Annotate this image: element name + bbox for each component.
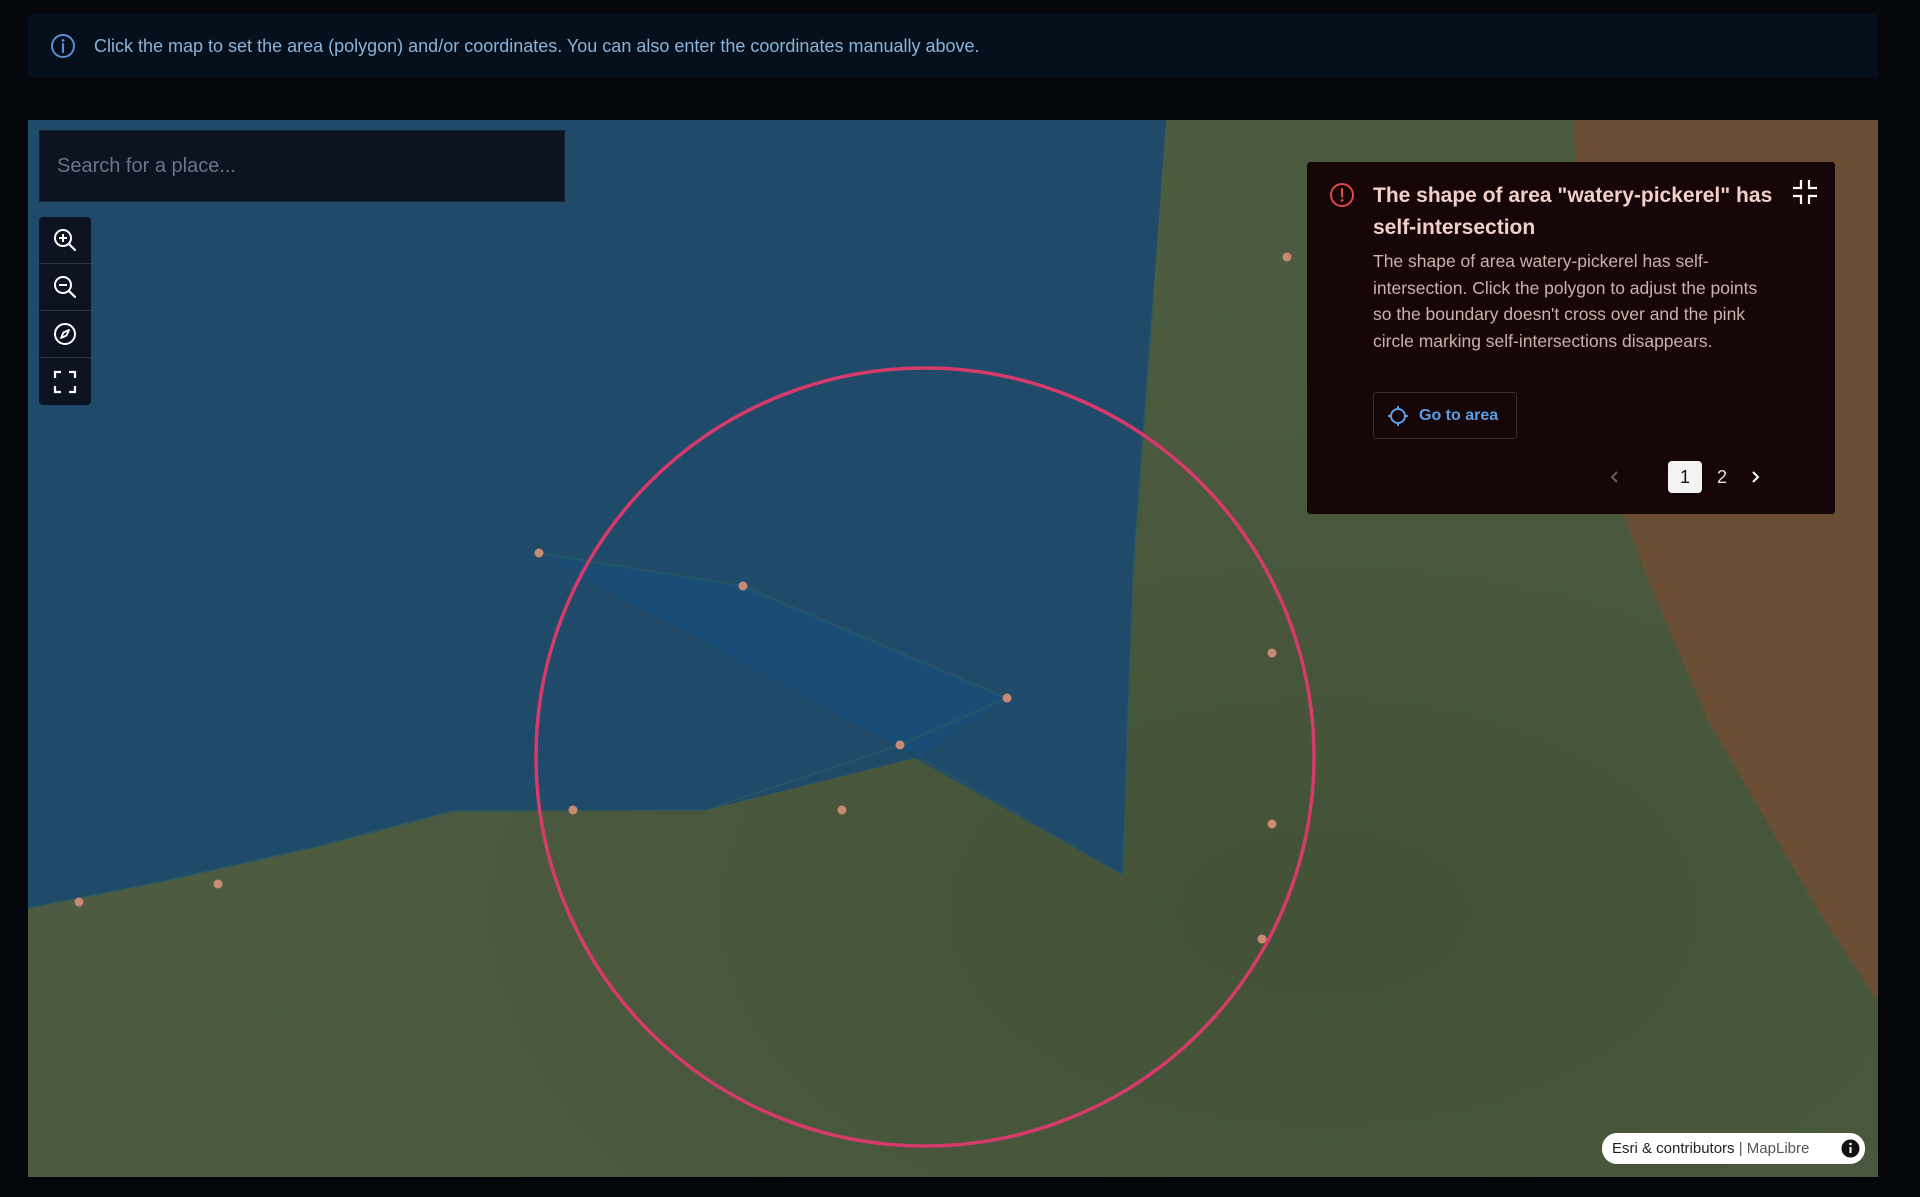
- vertex[interactable]: [534, 548, 544, 558]
- page-2-button[interactable]: 2: [1705, 461, 1739, 493]
- place-search[interactable]: [39, 130, 565, 202]
- alert-title: The shape of area "watery-pickerel" has …: [1373, 184, 1773, 239]
- map-canvas[interactable]: The shape of area "watery-pickerel" has …: [28, 120, 1878, 1177]
- vertex[interactable]: [213, 879, 223, 889]
- alert-circle-icon: [1330, 183, 1354, 207]
- collapse-icon[interactable]: [1791, 178, 1819, 206]
- self-intersection-alert: The shape of area "watery-pickerel" has …: [1307, 162, 1835, 514]
- compass-button[interactable]: [39, 311, 91, 358]
- info-banner: Click the map to set the area (polygon) …: [28, 14, 1878, 78]
- chevron-left-icon[interactable]: [1607, 469, 1623, 485]
- alert-body: The shape of area watery-pickerel has se…: [1373, 251, 1758, 352]
- place-search-input[interactable]: [40, 131, 564, 201]
- page-1-button[interactable]: 1: [1668, 461, 1702, 493]
- crosshair-icon: [1388, 405, 1408, 426]
- vertex[interactable]: [1267, 819, 1277, 829]
- vertex[interactable]: [1002, 693, 1012, 703]
- attribution-info-icon[interactable]: [1841, 1139, 1860, 1158]
- attribution-source[interactable]: Esri & contributors: [1612, 1140, 1735, 1157]
- map-attribution: Esri & contributors | MapLibre: [1602, 1133, 1865, 1164]
- vertex[interactable]: [1282, 252, 1292, 262]
- fullscreen-button[interactable]: [39, 358, 91, 405]
- vertex[interactable]: [738, 581, 748, 591]
- zoom-in-icon: [54, 229, 77, 252]
- info-banner-text: Click the map to set the area (polygon) …: [94, 36, 980, 56]
- map-controls: [39, 217, 91, 405]
- fullscreen-icon: [53, 370, 77, 393]
- zoom-out-icon: [54, 276, 77, 299]
- vertex[interactable]: [1267, 648, 1277, 658]
- attribution-separator: |: [1738, 1140, 1743, 1157]
- vertex[interactable]: [837, 805, 847, 815]
- compass-icon: [54, 323, 76, 345]
- vertex[interactable]: [74, 897, 84, 907]
- zoom-in-button[interactable]: [39, 217, 91, 264]
- chevron-right-icon[interactable]: [1747, 469, 1763, 485]
- vertex[interactable]: [568, 805, 578, 815]
- attribution-library[interactable]: MapLibre: [1747, 1140, 1810, 1157]
- vertex[interactable]: [895, 740, 905, 750]
- zoom-out-button[interactable]: [39, 264, 91, 311]
- go-to-area-label: Go to area: [1419, 406, 1499, 424]
- go-to-area-button[interactable]: Go to area: [1373, 392, 1517, 439]
- info-circle-icon: [51, 34, 75, 58]
